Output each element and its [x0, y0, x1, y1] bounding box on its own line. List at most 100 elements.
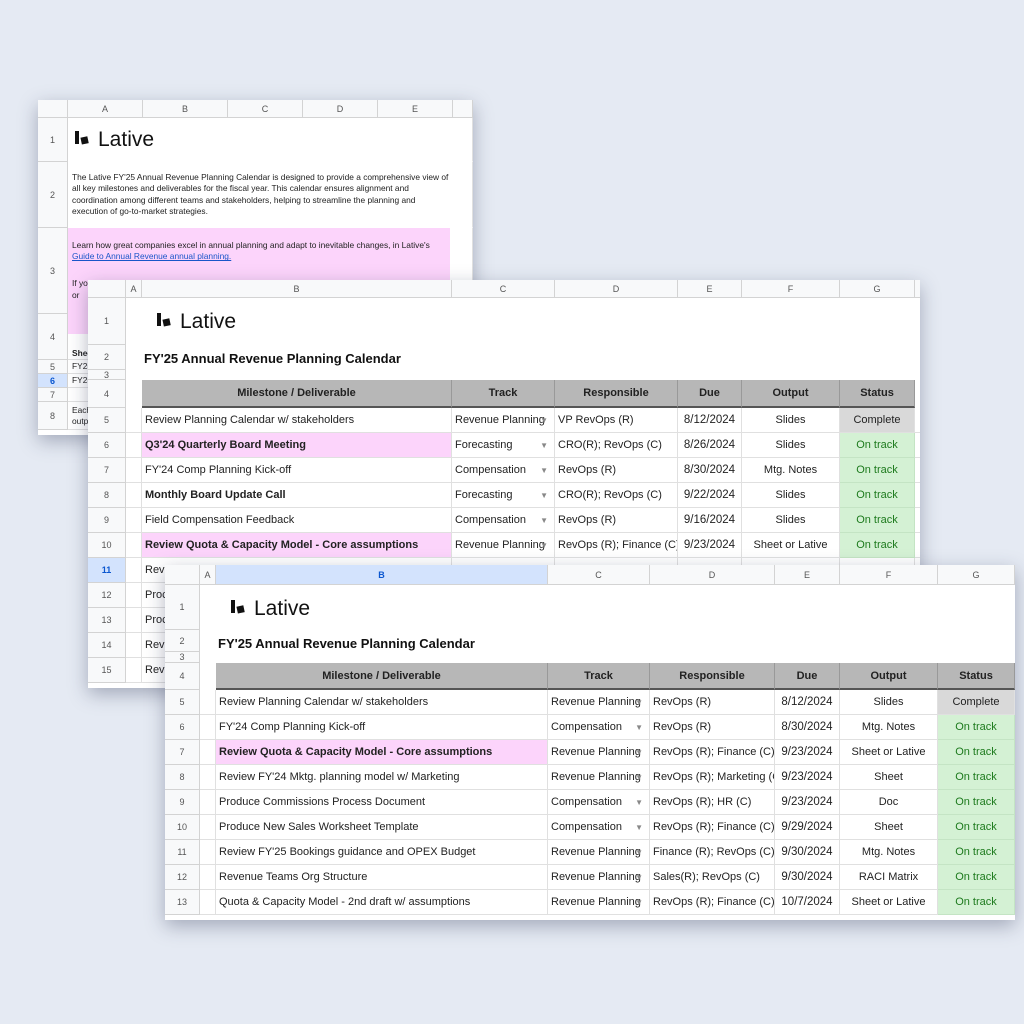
- track-dropdown[interactable]: Revenue Planning ▼: [548, 865, 650, 890]
- responsible-cell[interactable]: RevOps (R): [650, 715, 775, 740]
- status-cell[interactable]: On track: [840, 533, 915, 558]
- responsible-cell[interactable]: RevOps (R); Finance (C): [555, 533, 678, 558]
- row-header[interactable]: 4: [38, 314, 68, 360]
- due-cell[interactable]: 9/30/2024: [775, 865, 840, 890]
- track-dropdown[interactable]: Revenue Planning ▼: [548, 690, 650, 715]
- responsible-cell[interactable]: RevOps (R): [650, 690, 775, 715]
- column-header[interactable]: [915, 280, 920, 298]
- status-cell[interactable]: On track: [840, 458, 915, 483]
- grid-cell[interactable]: [126, 633, 142, 658]
- column-header[interactable]: [453, 100, 473, 118]
- column-header[interactable]: D: [303, 100, 378, 118]
- milestone-cell[interactable]: Review Quota & Capacity Model - Core ass…: [142, 533, 452, 558]
- track-dropdown[interactable]: Compensation ▼: [548, 715, 650, 740]
- due-cell[interactable]: 9/23/2024: [775, 765, 840, 790]
- output-cell[interactable]: Slides: [742, 508, 840, 533]
- grid-cell[interactable]: [200, 690, 216, 715]
- due-cell[interactable]: 10/7/2024: [775, 890, 840, 915]
- table-header[interactable]: Responsible: [555, 380, 678, 408]
- table-header[interactable]: Due: [678, 380, 742, 408]
- milestone-cell[interactable]: Review FY'25 Bookings guidance and OPEX …: [216, 840, 548, 865]
- chevron-down-icon[interactable]: ▼: [540, 416, 548, 425]
- row-header[interactable]: 7: [88, 458, 126, 483]
- responsible-cell[interactable]: Sales(R); RevOps (C): [650, 865, 775, 890]
- column-header[interactable]: [38, 100, 68, 118]
- chevron-down-icon[interactable]: ▼: [540, 516, 548, 525]
- responsible-cell[interactable]: VP RevOps (R): [555, 408, 678, 433]
- guide-link[interactable]: Guide to Annual Revenue annual planning.: [72, 251, 452, 262]
- status-cell[interactable]: On track: [938, 840, 1015, 865]
- column-header[interactable]: F: [840, 565, 938, 585]
- status-cell[interactable]: On track: [938, 865, 1015, 890]
- grid-cell[interactable]: [126, 583, 142, 608]
- grid-cell[interactable]: [915, 533, 920, 558]
- grid-cell[interactable]: [200, 890, 216, 915]
- row-header[interactable]: 14: [88, 633, 126, 658]
- output-cell[interactable]: RACI Matrix: [840, 865, 938, 890]
- due-cell[interactable]: 9/23/2024: [775, 740, 840, 765]
- table-header[interactable]: Milestone / Deliverable: [142, 380, 452, 408]
- grid-cell[interactable]: [126, 608, 142, 633]
- column-header[interactable]: A: [126, 280, 142, 298]
- table-header[interactable]: Track: [548, 663, 650, 690]
- status-cell[interactable]: On track: [938, 790, 1015, 815]
- status-cell[interactable]: On track: [938, 715, 1015, 740]
- due-cell[interactable]: 8/30/2024: [775, 715, 840, 740]
- table-header[interactable]: Milestone / Deliverable: [216, 663, 548, 690]
- row-header[interactable]: 11: [88, 558, 126, 583]
- column-header[interactable]: D: [650, 565, 775, 585]
- chevron-down-icon[interactable]: ▼: [540, 441, 548, 450]
- due-cell[interactable]: 9/22/2024: [678, 483, 742, 508]
- responsible-cell[interactable]: CRO(R); RevOps (C): [555, 433, 678, 458]
- output-cell[interactable]: Slides: [840, 690, 938, 715]
- track-dropdown[interactable]: Forecasting ▼: [452, 433, 555, 458]
- status-cell[interactable]: On track: [938, 815, 1015, 840]
- grid-cell[interactable]: [126, 408, 142, 433]
- column-header[interactable]: B: [143, 100, 228, 118]
- table-header[interactable]: Track: [452, 380, 555, 408]
- column-header[interactable]: A: [200, 565, 216, 585]
- track-dropdown[interactable]: Revenue Planning ▼: [548, 890, 650, 915]
- responsible-cell[interactable]: RevOps (R); Marketing (C): [650, 765, 775, 790]
- chevron-down-icon[interactable]: ▼: [635, 773, 643, 782]
- status-cell[interactable]: On track: [840, 483, 915, 508]
- output-cell[interactable]: Sheet: [840, 815, 938, 840]
- column-header[interactable]: G: [840, 280, 915, 298]
- column-header[interactable]: E: [378, 100, 453, 118]
- row-header[interactable]: 8: [88, 483, 126, 508]
- row-header[interactable]: 2: [165, 630, 200, 652]
- grid-cell[interactable]: [915, 433, 920, 458]
- column-header[interactable]: C: [548, 565, 650, 585]
- status-cell[interactable]: On track: [840, 433, 915, 458]
- grid-cell[interactable]: [126, 558, 142, 583]
- grid-cell[interactable]: [200, 790, 216, 815]
- grid-cell[interactable]: [303, 118, 378, 162]
- due-cell[interactable]: 9/16/2024: [678, 508, 742, 533]
- milestone-cell[interactable]: Monthly Board Update Call: [142, 483, 452, 508]
- grid-cell[interactable]: [126, 458, 142, 483]
- responsible-cell[interactable]: RevOps (R); Finance (C): [650, 890, 775, 915]
- milestone-cell[interactable]: FY'24 Comp Planning Kick-off: [142, 458, 452, 483]
- output-cell[interactable]: Slides: [742, 433, 840, 458]
- responsible-cell[interactable]: RevOps (R); HR (C): [650, 790, 775, 815]
- milestone-cell[interactable]: Review Quota & Capacity Model - Core ass…: [216, 740, 548, 765]
- column-header[interactable]: B: [216, 565, 548, 585]
- row-header[interactable]: 2: [88, 345, 126, 370]
- grid-cell[interactable]: [126, 533, 142, 558]
- track-dropdown[interactable]: Compensation ▼: [452, 458, 555, 483]
- output-cell[interactable]: Sheet or Lative: [742, 533, 840, 558]
- status-cell[interactable]: On track: [938, 740, 1015, 765]
- grid-cell[interactable]: [143, 118, 228, 162]
- row-header[interactable]: 1: [38, 118, 68, 162]
- row-header[interactable]: 5: [165, 690, 200, 715]
- table-header[interactable]: Status: [938, 663, 1015, 690]
- track-dropdown[interactable]: Revenue Planning ▼: [548, 840, 650, 865]
- row-header[interactable]: 5: [38, 360, 68, 374]
- output-cell[interactable]: Sheet: [840, 765, 938, 790]
- milestone-cell[interactable]: Revenue Teams Org Structure: [216, 865, 548, 890]
- status-cell[interactable]: Complete: [840, 408, 915, 433]
- status-cell[interactable]: On track: [938, 765, 1015, 790]
- status-cell[interactable]: On track: [938, 890, 1015, 915]
- milestone-cell[interactable]: Quota & Capacity Model - 2nd draft w/ as…: [216, 890, 548, 915]
- grid-cell[interactable]: [126, 658, 142, 683]
